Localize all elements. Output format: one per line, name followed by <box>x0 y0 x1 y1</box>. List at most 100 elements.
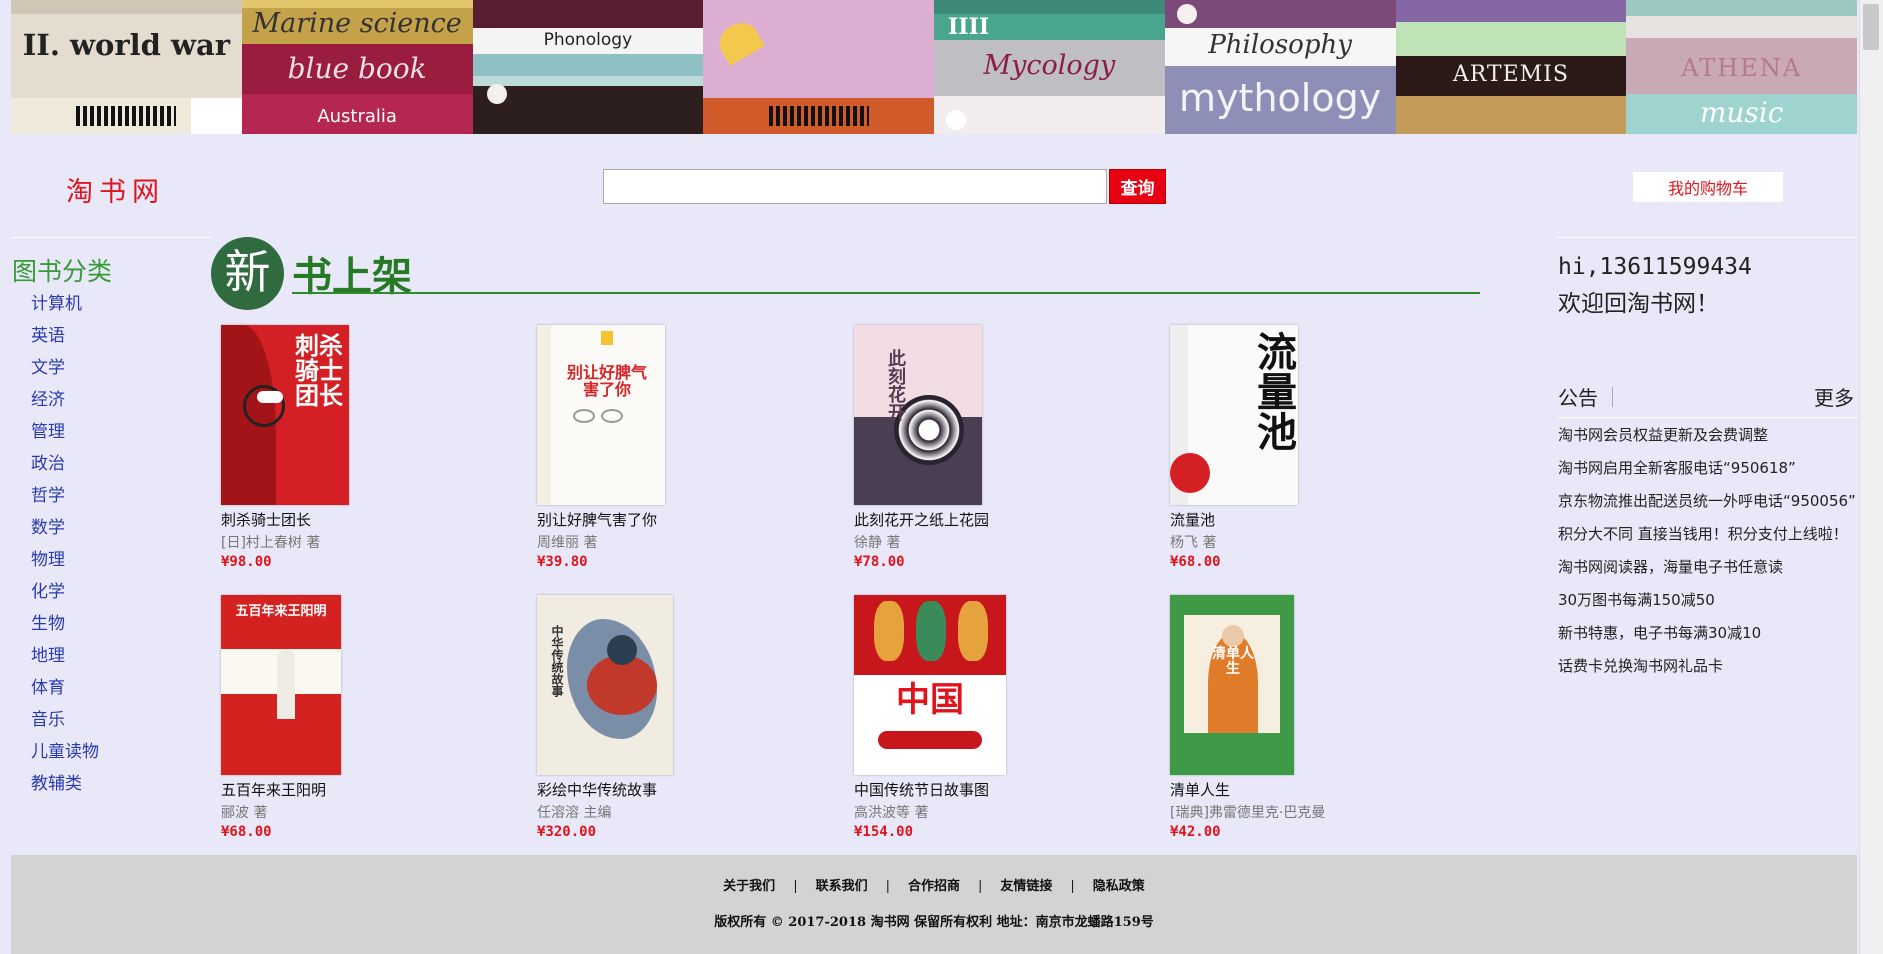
book-cover[interactable]: 中国 <box>854 595 1006 775</box>
footer-link-friends[interactable]: 友情链接 <box>1000 879 1052 894</box>
notice-item[interactable]: 淘书网启用全新客服电话“950618” <box>1558 457 1856 490</box>
banner-book: ATHENA music <box>1626 0 1857 134</box>
search-button[interactable]: 查询 <box>1109 169 1166 204</box>
category-title: 图书分类 <box>12 257 113 286</box>
book-card: 流量池 流量池 杨飞 著 ¥68.00 <box>1170 325 1430 570</box>
sidebar-divider <box>11 237 211 238</box>
site-logo[interactable]: 淘书网 <box>66 170 165 209</box>
category-item[interactable]: 物理 <box>31 548 99 580</box>
book-price: ¥78.00 <box>854 554 905 570</box>
notice-item[interactable]: 积分大不同 直接当钱用！积分支付上线啦！ <box>1558 523 1856 556</box>
book-author: 徐静 著 <box>854 535 901 551</box>
category-item[interactable]: 儿童读物 <box>31 740 99 772</box>
copyright-text: 版权所有 © 2017-2018 淘书网 保留所有权利 地址：南京市龙蟠路159… <box>714 915 1154 930</box>
welcome-message: 欢迎回淘书网！ <box>1558 291 1719 317</box>
footer-link-cooperation[interactable]: 合作招商 <box>908 879 960 894</box>
book-title[interactable]: 中国传统节日故事图 <box>854 779 1114 800</box>
book-price: ¥42.00 <box>1170 824 1221 840</box>
book-title[interactable]: 彩绘中华传统故事 <box>537 779 797 800</box>
category-item[interactable]: 地理 <box>31 644 99 676</box>
book-price: ¥320.00 <box>537 824 597 840</box>
book-price: ¥68.00 <box>221 824 272 840</box>
book-cover[interactable]: 五百年来王阳明 <box>221 595 341 775</box>
category-item[interactable]: 文学 <box>31 356 99 388</box>
banner-book: ARTEMIS <box>1395 0 1627 134</box>
book-cover[interactable]: 刺杀骑士团长 <box>221 325 349 505</box>
category-item[interactable]: 体育 <box>31 676 99 708</box>
category-item[interactable]: 经济 <box>31 388 99 420</box>
book-card: 清单人生 清单人生 [瑞典]弗雷德里克·巴克曼 ¥42.00 <box>1170 595 1430 840</box>
book-title[interactable]: 别让好脾气害了你 <box>537 509 797 530</box>
category-list: 计算机 英语 文学 经济 管理 政治 哲学 数学 物理 化学 生物 地理 体育 … <box>31 292 99 804</box>
notice-item[interactable]: 淘书网阅读器，海量电子书任意读 <box>1558 556 1856 589</box>
notice-label: 公告 <box>1558 386 1598 410</box>
banner-book: II. world war <box>11 0 242 134</box>
category-item[interactable]: 化学 <box>31 580 99 612</box>
book-card: 刺杀骑士团长 刺杀骑士团长 [日]村上春树 著 ¥98.00 <box>221 325 481 570</box>
book-author: [瑞典]弗雷德里克·巴克曼 <box>1170 805 1326 821</box>
notice-item[interactable]: 京东物流推出配送员统一外呼电话“950056” <box>1558 490 1856 523</box>
book-title[interactable]: 流量池 <box>1170 509 1430 530</box>
book-author: 周维丽 著 <box>537 535 598 551</box>
book-title[interactable]: 此刻花开之纸上花园 <box>854 509 1114 530</box>
footer-link-about[interactable]: 关于我们 <box>723 879 775 894</box>
banner-image: II. world war Marine science blue book A… <box>11 0 1857 134</box>
new-badge-icon: 新 <box>211 237 284 310</box>
notice-separator <box>1612 387 1613 407</box>
vertical-scrollbar[interactable] <box>1859 0 1883 954</box>
book-title[interactable]: 刺杀骑士团长 <box>221 509 481 530</box>
book-author: [日]村上春树 著 <box>221 535 321 551</box>
banner-book: Philosophy mythology <box>1164 0 1396 134</box>
footer-link-privacy[interactable]: 隐私政策 <box>1093 879 1145 894</box>
book-author: 任溶溶 主编 <box>537 805 612 821</box>
book-card: 中国 中国传统节日故事图 高洪波等 著 ¥154.00 <box>854 595 1114 840</box>
notice-list: 淘书网会员权益更新及会费调整 淘书网启用全新客服电话“950618” 京东物流推… <box>1558 424 1856 688</box>
category-item[interactable]: 哲学 <box>31 484 99 516</box>
book-price: ¥68.00 <box>1170 554 1221 570</box>
category-item[interactable]: 生物 <box>31 612 99 644</box>
search-input[interactable] <box>603 169 1107 204</box>
book-cover[interactable]: 清单人生 <box>1170 595 1294 775</box>
book-card: 别让好脾气害了你 别让好脾气害了你 周维丽 著 ¥39.80 <box>537 325 797 570</box>
book-cover[interactable]: 别让好脾气害了你 <box>537 325 665 505</box>
book-title[interactable]: 清单人生 <box>1170 779 1430 800</box>
user-greeting: hi,13611599434 <box>1558 254 1752 280</box>
notice-item[interactable]: 30万图书每满150减50 <box>1558 589 1856 622</box>
category-item[interactable]: 音乐 <box>31 708 99 740</box>
book-author: 高洪波等 著 <box>854 805 929 821</box>
book-cover[interactable]: 此刻花开 <box>854 325 982 505</box>
banner-book <box>703 0 934 134</box>
section-divider <box>292 292 1480 294</box>
notice-item[interactable]: 新书特惠，电子书每满30减10 <box>1558 622 1856 655</box>
category-item[interactable]: 数学 <box>31 516 99 548</box>
book-card: 中华传统故事 彩绘中华传统故事 任溶溶 主编 ¥320.00 <box>537 595 797 840</box>
book-author: 杨飞 著 <box>1170 535 1217 551</box>
more-link[interactable]: 更多 <box>1814 382 1854 411</box>
notice-item[interactable]: 淘书网会员权益更新及会费调整 <box>1558 424 1856 457</box>
notice-header: 公告 更多 <box>1558 382 1858 418</box>
notice-item[interactable]: 话费卡兑换淘书网礼品卡 <box>1558 655 1856 688</box>
category-item[interactable]: 政治 <box>31 452 99 484</box>
book-card: 此刻花开 此刻花开之纸上花园 徐静 著 ¥78.00 <box>854 325 1114 570</box>
footer: 关于我们 | 联系我们 | 合作招商 | 友情链接 | 隐私政策 版权所有 © 2017-201… <box>11 855 1857 954</box>
category-item[interactable]: 教辅类 <box>31 772 99 804</box>
scrollbar-thumb[interactable] <box>1863 4 1879 50</box>
book-price: ¥39.80 <box>537 554 588 570</box>
banner-book: Phonology <box>472 0 704 134</box>
banner-book: Marine science blue book Australia <box>241 0 473 134</box>
category-item[interactable]: 管理 <box>31 420 99 452</box>
category-item[interactable]: 计算机 <box>31 292 99 324</box>
right-divider <box>1557 237 1857 238</box>
footer-links: 关于我们 | 联系我们 | 合作招商 | 友情链接 | 隐私政策 <box>723 879 1145 894</box>
book-price: ¥98.00 <box>221 554 272 570</box>
shopping-cart-button[interactable]: 我的购物车 <box>1633 172 1783 202</box>
category-item[interactable]: 英语 <box>31 324 99 356</box>
book-cover[interactable]: 流量池 <box>1170 325 1298 505</box>
book-card: 五百年来王阳明 五百年来王阳明 郦波 著 ¥68.00 <box>221 595 481 840</box>
footer-link-contact[interactable]: 联系我们 <box>816 879 868 894</box>
banner-book: IIII Mycology <box>934 0 1165 134</box>
book-title[interactable]: 五百年来王阳明 <box>221 779 481 800</box>
book-author: 郦波 著 <box>221 805 268 821</box>
book-price: ¥154.00 <box>854 824 914 840</box>
book-cover[interactable]: 中华传统故事 <box>537 595 673 775</box>
